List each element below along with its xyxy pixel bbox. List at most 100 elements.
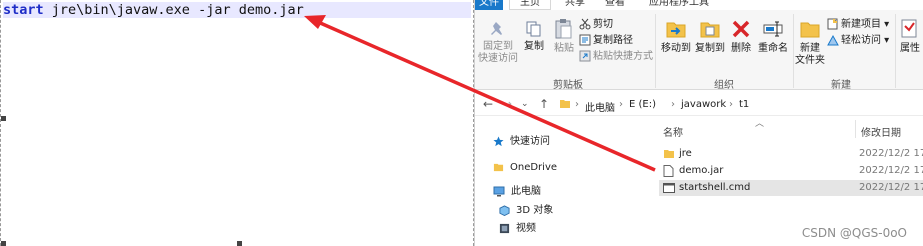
ribbon-tabs: 文件 主页 共享 查看 应用程序工具	[475, 0, 923, 10]
nav-label: OneDrive	[510, 162, 558, 173]
file-row-jre[interactable]: jre 2022/12/2 17:	[659, 146, 923, 162]
nav-label: 快速访问	[510, 136, 550, 147]
move-folder-icon	[666, 22, 686, 38]
nav-item-3d-objects[interactable]: 3D 对象	[499, 203, 553, 219]
file-name: jre	[679, 148, 692, 159]
forward-arrow-icon[interactable]: →	[502, 97, 512, 111]
file-date: 2022/12/2 17:	[859, 182, 923, 193]
column-header-modified[interactable]: 修改日期	[861, 124, 901, 139]
new-group-label: 新建	[831, 80, 851, 91]
paste-shortcut-button[interactable]: 粘贴快捷方式	[579, 50, 653, 63]
breadcrumb-drive-e[interactable]: E (E:)	[629, 99, 656, 110]
move-to-button[interactable]: 移动到	[659, 18, 693, 55]
resize-handle-left[interactable]	[1, 116, 6, 121]
properties-icon	[901, 19, 917, 38]
up-arrow-icon[interactable]: ↑	[539, 97, 549, 111]
breadcrumb-javawork[interactable]: javawork	[681, 99, 726, 110]
folder-icon	[664, 150, 674, 158]
nav-label: 此电脑	[511, 186, 541, 197]
watermark: CSDN @QGS-0oO	[801, 226, 907, 240]
move-to-label: 移动到	[661, 43, 691, 54]
new-folder-button[interactable]: 新建 文件夹	[795, 18, 825, 67]
paste-label: 粘贴	[554, 43, 574, 54]
easy-access-button[interactable]: 轻松访问 ▾	[827, 34, 889, 47]
navigation-pane: 快速访问 OneDrive 此电脑 3D 对象 视频	[475, 118, 653, 246]
copy-button[interactable]: 复制	[519, 20, 549, 53]
nav-item-onedrive[interactable]: OneDrive	[493, 160, 557, 176]
tab-home[interactable]: 主页	[509, 0, 551, 10]
ribbon-separator	[895, 14, 896, 88]
new-item-icon	[827, 18, 838, 30]
new-item-button[interactable]: 新建项目 ▾	[827, 18, 889, 31]
nav-item-quick-access[interactable]: 快速访问	[493, 134, 550, 150]
delete-x-icon	[732, 20, 750, 38]
file-explorer-window: 文件 主页 共享 查看 应用程序工具 固定到 快速访问 复制 粘贴 剪切 复制路…	[474, 0, 923, 246]
video-icon	[499, 223, 510, 233]
file-row-startshell-cmd[interactable]: startshell.cmd 2022/12/2 17:	[659, 180, 923, 196]
pin-label-1: 固定到	[483, 41, 513, 52]
tab-file[interactable]: 文件	[475, 0, 503, 10]
scissors-icon	[579, 18, 591, 30]
clipboard-icon	[555, 19, 572, 39]
computer-icon	[493, 186, 505, 196]
folder-icon	[560, 100, 570, 108]
rename-icon	[763, 21, 783, 37]
nav-item-videos[interactable]: 视频	[499, 221, 536, 237]
breadcrumb-separator: ›	[575, 99, 579, 110]
tab-app-tools[interactable]: 应用程序工具	[649, 0, 709, 10]
pin-icon	[491, 22, 502, 35]
copy-to-button[interactable]: 复制到	[693, 18, 727, 55]
start-keyword: start	[3, 2, 44, 18]
nav-item-this-pc[interactable]: 此电脑	[493, 184, 541, 200]
ribbon: 固定到 快速访问 复制 粘贴 剪切 复制路径 粘贴快捷方式 剪贴板 移动到 复制…	[475, 10, 923, 91]
column-divider[interactable]	[855, 120, 856, 138]
pin-to-quick-access-button[interactable]: 固定到 快速访问	[477, 20, 519, 65]
resize-handle-bottom[interactable]	[237, 241, 242, 246]
command-line[interactable]: start jre\bin\javaw.exe -jar demo.jar	[3, 2, 471, 18]
ribbon-separator	[655, 14, 656, 88]
delete-button[interactable]: 删除	[727, 18, 755, 55]
cut-button[interactable]: 剪切	[579, 18, 613, 31]
organize-group-label: 组织	[714, 80, 734, 91]
star-icon	[493, 135, 504, 146]
nav-label: 视频	[516, 223, 536, 234]
ribbon-separator	[793, 14, 794, 88]
resize-handle-bottom-left[interactable]	[1, 241, 6, 246]
breadcrumb-this-pc[interactable]: 此电脑	[585, 99, 615, 114]
properties-button[interactable]: 属性	[897, 18, 923, 55]
file-date: 2022/12/2 17:	[859, 165, 923, 176]
cut-label: 剪切	[593, 19, 613, 30]
file-name: startshell.cmd	[679, 182, 751, 193]
rename-label: 重命名	[758, 43, 788, 54]
pin-label-2: 快速访问	[478, 53, 518, 64]
new-folder-label-2: 文件夹	[795, 55, 825, 66]
delete-label: 删除	[731, 43, 751, 54]
tab-share[interactable]: 共享	[565, 0, 585, 10]
properties-label: 属性	[900, 43, 920, 54]
nav-label: 3D 对象	[516, 205, 554, 216]
editor-pane[interactable]: start jre\bin\javaw.exe -jar demo.jar	[0, 0, 474, 246]
paste-button[interactable]: 粘贴	[549, 18, 579, 55]
rename-button[interactable]: 重命名	[755, 18, 791, 55]
breadcrumb-t1[interactable]: t1	[739, 99, 749, 110]
easy-access-icon	[827, 34, 839, 46]
column-header-name[interactable]: 名称	[663, 124, 683, 139]
paste-shortcut-label: 粘贴快捷方式	[593, 51, 653, 62]
copy-folder-icon	[700, 22, 720, 38]
new-folder-icon	[800, 22, 820, 38]
file-row-demo-jar[interactable]: demo.jar 2022/12/2 17:	[659, 163, 923, 179]
cube-icon	[499, 204, 510, 216]
recent-chevron-down-icon[interactable]: ⌄	[521, 99, 529, 109]
tab-view[interactable]: 查看	[605, 0, 625, 10]
copy-label: 复制	[524, 41, 544, 52]
file-date: 2022/12/2 17:	[859, 148, 923, 159]
copy-to-label: 复制到	[695, 43, 725, 54]
copy-path-icon	[579, 34, 591, 46]
easy-access-label: 轻松访问 ▾	[841, 35, 890, 46]
copy-path-button[interactable]: 复制路径	[579, 34, 633, 47]
paste-shortcut-icon	[579, 50, 591, 62]
address-bar[interactable]: ← → ⌄ ↑ › 此电脑 › E (E:) › javawork › t1	[475, 92, 923, 116]
breadcrumb-separator: ›	[729, 99, 733, 110]
breadcrumb-separator: ›	[671, 99, 675, 110]
back-arrow-icon[interactable]: ←	[483, 97, 493, 111]
